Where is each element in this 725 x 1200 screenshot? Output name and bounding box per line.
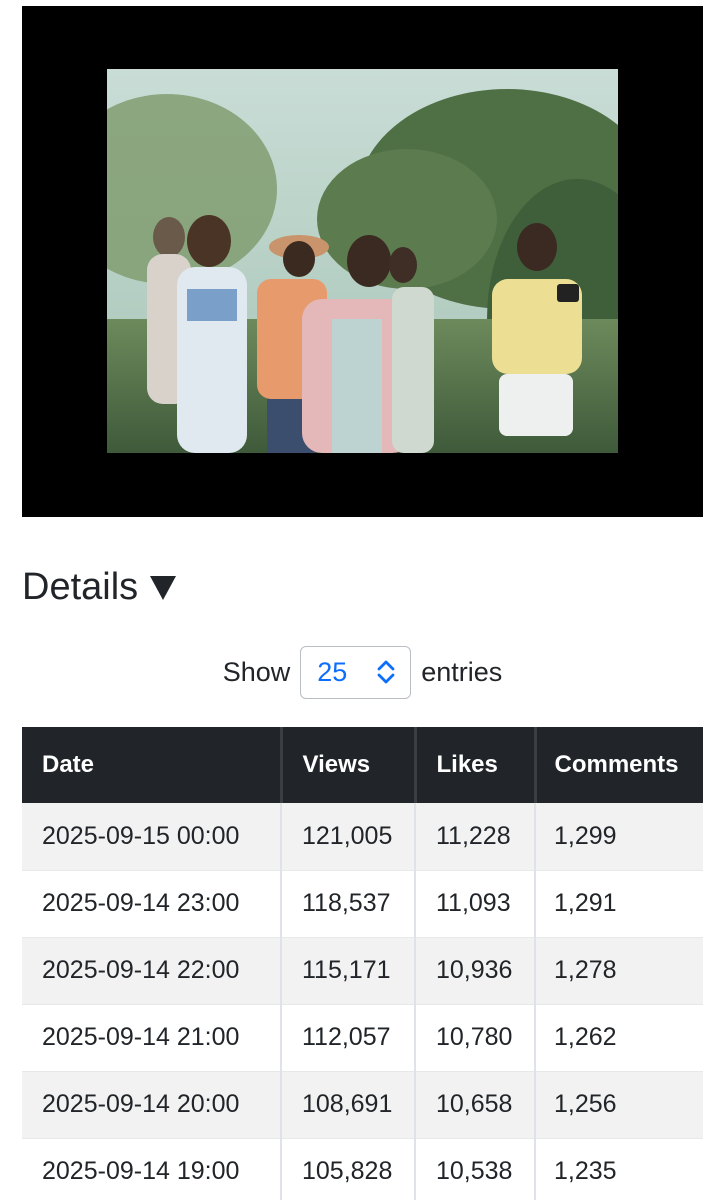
cell-views: 112,057 xyxy=(281,1004,416,1072)
table-row: 2025-09-14 21:00 112,057 10,780 1,262 xyxy=(22,1004,703,1072)
entries-length-control: Show 25 entries xyxy=(0,645,725,699)
column-header-views[interactable]: Views xyxy=(281,727,417,803)
table-row: 2025-09-15 00:00 121,005 11,228 1,299 xyxy=(22,803,703,871)
cell-views: 105,828 xyxy=(281,1138,416,1200)
details-toggle[interactable]: Details xyxy=(22,562,177,612)
details-heading: Details xyxy=(22,565,139,608)
triangle-down-icon xyxy=(150,576,177,600)
cell-date: 2025-09-14 21:00 xyxy=(22,1004,282,1072)
cell-date: 2025-09-14 19:00 xyxy=(22,1138,282,1200)
cell-likes: 11,093 xyxy=(415,870,536,938)
cell-likes: 10,538 xyxy=(415,1138,536,1200)
cell-views: 115,171 xyxy=(281,937,416,1005)
cell-comments: 1,278 xyxy=(535,937,703,1005)
entries-select-value: 25 xyxy=(317,656,348,687)
cell-likes: 10,780 xyxy=(415,1004,536,1072)
table-header-row: Date Views Likes Comments xyxy=(22,727,703,803)
chevron-updown-icon xyxy=(377,660,395,684)
cell-views: 121,005 xyxy=(281,803,416,871)
table-row: 2025-09-14 23:00 118,537 11,093 1,291 xyxy=(22,870,703,938)
entries-label: entries xyxy=(421,656,503,687)
video-player[interactable] xyxy=(22,6,703,517)
table-row: 2025-09-14 20:00 108,691 10,658 1,256 xyxy=(22,1071,703,1139)
column-header-likes[interactable]: Likes xyxy=(415,727,537,803)
cell-comments: 1,299 xyxy=(535,803,703,871)
cell-comments: 1,262 xyxy=(535,1004,703,1072)
cell-views: 118,537 xyxy=(281,870,416,938)
table-row: 2025-09-14 19:00 105,828 10,538 1,235 xyxy=(22,1138,703,1200)
cell-views: 108,691 xyxy=(281,1071,416,1139)
show-label: Show xyxy=(222,656,291,687)
cell-likes: 11,228 xyxy=(415,803,536,871)
cell-comments: 1,235 xyxy=(535,1138,703,1200)
cell-date: 2025-09-14 23:00 xyxy=(22,870,282,938)
cell-date: 2025-09-14 22:00 xyxy=(22,937,282,1005)
cell-date: 2025-09-15 00:00 xyxy=(22,803,282,871)
stats-table: Date Views Likes Comments 2025-09-15 00:… xyxy=(22,727,703,1200)
column-header-date[interactable]: Date xyxy=(22,727,283,803)
table-row: 2025-09-14 22:00 115,171 10,936 1,278 xyxy=(22,937,703,1005)
cell-likes: 10,658 xyxy=(415,1071,536,1139)
cell-comments: 1,256 xyxy=(535,1071,703,1139)
cell-comments: 1,291 xyxy=(535,870,703,938)
cell-likes: 10,936 xyxy=(415,937,536,1005)
column-header-comments[interactable]: Comments xyxy=(535,727,703,803)
video-thumbnail xyxy=(107,69,618,453)
cell-date: 2025-09-14 20:00 xyxy=(22,1071,282,1139)
entries-select[interactable]: 25 xyxy=(300,645,412,699)
